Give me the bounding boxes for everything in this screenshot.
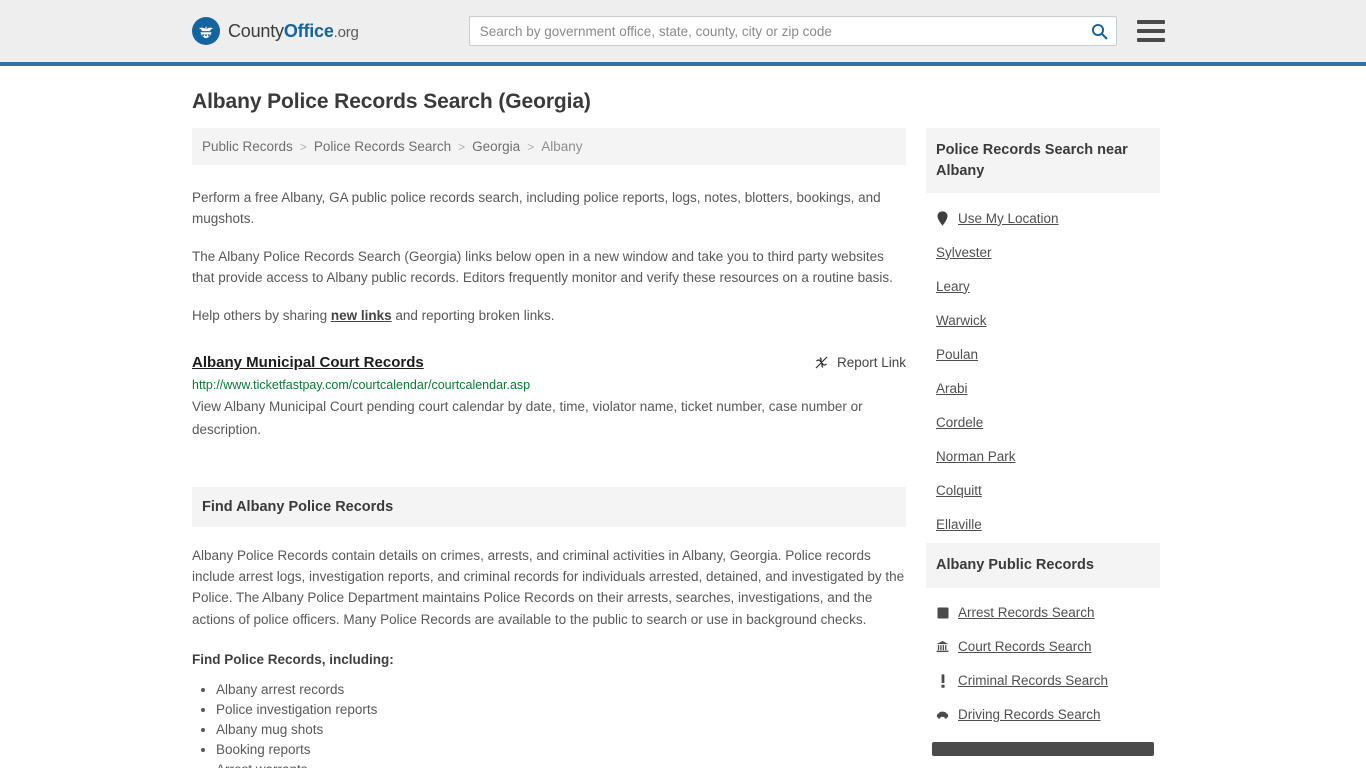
list-item: Booking reports [216, 740, 906, 760]
car-icon [936, 707, 949, 722]
site-header: CountyOffice.org [0, 0, 1366, 66]
eagle-shield-icon [192, 17, 220, 45]
report-link-button[interactable]: Report Link [814, 354, 906, 370]
search-container [468, 16, 1117, 46]
sidebar-item-sylvester[interactable]: Sylvester [936, 245, 992, 260]
report-link-label: Report Link [836, 355, 906, 371]
breadcrumb-separator: > [527, 139, 535, 154]
sidebar-item-arabi[interactable]: Arabi [936, 381, 968, 396]
header-inner: CountyOffice.org [0, 16, 1366, 46]
list-item[interactable]: Cordele [926, 405, 1160, 439]
hamburger-bar [1136, 29, 1165, 33]
intro-p3-after: and reporting broken links. [391, 308, 555, 324]
intro-paragraph-1: Perform a free Albany, GA public police … [192, 190, 881, 227]
record-result: Albany Municipal Court Records Report Li… [192, 354, 906, 441]
search-input[interactable] [468, 16, 1117, 46]
intro-text: Perform a free Albany, GA public police … [192, 187, 906, 326]
list-item: Arrest warrants [216, 760, 906, 768]
list-item: Albany arrest records [216, 680, 906, 700]
sidebar-item-driving-records-search[interactable]: Driving Records Search [958, 707, 1101, 722]
sidebar-public-records-list: Arrest Records Search Court Records Sear… [926, 588, 1160, 732]
sidebar-item-cordele[interactable]: Cordele [936, 415, 983, 430]
intro-paragraph-3: Help others by sharing new links and rep… [192, 305, 906, 326]
search-icon [1091, 23, 1108, 40]
sidebar: Police Records Search near Albany Use My… [926, 128, 1160, 758]
sidebar-item-norman-park[interactable]: Norman Park [936, 449, 1016, 464]
breadcrumb-item-albany: Albany [541, 139, 583, 154]
list-item[interactable]: Colquitt [926, 473, 1160, 507]
breadcrumb: Public Records > Police Records Search >… [192, 128, 906, 165]
breadcrumb-item-public-records[interactable]: Public Records [202, 139, 293, 154]
search-button[interactable] [1087, 19, 1113, 43]
record-title-link[interactable]: Albany Municipal Court Records [192, 354, 424, 371]
list-item[interactable]: Sylvester [926, 235, 1160, 269]
section-paragraph: Albany Police Records contain details on… [192, 547, 905, 627]
sidebar-item-warwick[interactable]: Warwick [936, 313, 987, 328]
section-subheading: Find Police Records, including: [192, 651, 394, 667]
list-item[interactable]: Norman Park [926, 439, 1160, 473]
sidebar-card-nearby: Police Records Search near Albany Use My… [926, 128, 1160, 541]
hamburger-bar [1136, 38, 1165, 42]
broken-link-icon [814, 355, 829, 370]
record-description: View Albany Municipal Court pending cour… [192, 399, 863, 438]
intro-paragraph-2: The Albany Police Records Search (Georgi… [192, 249, 893, 286]
sidebar-item-colquitt[interactable]: Colquitt [936, 483, 982, 498]
breadcrumb-item-georgia[interactable]: Georgia [472, 139, 520, 154]
square-fingerprint-icon [936, 605, 949, 620]
hamburger-bar [1136, 20, 1165, 24]
new-links-link[interactable]: new links [331, 308, 392, 323]
sidebar-item-poulan[interactable]: Poulan [936, 347, 978, 362]
list-item[interactable]: Warwick [926, 303, 1160, 337]
sidebar-heading-nearby: Police Records Search near Albany [926, 128, 1160, 194]
hamburger-menu-icon[interactable] [1136, 20, 1165, 42]
map-pin-icon [936, 211, 949, 226]
breadcrumb-separator: > [299, 139, 307, 154]
sidebar-nearby-list: Use My Location Sylvester Leary Warwick … [926, 193, 1160, 541]
courthouse-icon [936, 639, 949, 654]
brand-part-county: County [228, 20, 284, 41]
list-item[interactable]: Arrest Records Search [926, 596, 1160, 630]
sidebar-card-public-records: Albany Public Records Arrest Records Sea… [926, 543, 1160, 756]
breadcrumb-item-police-records-search[interactable]: Police Records Search [314, 139, 451, 154]
page-title: Albany Police Records Search (Georgia) [192, 90, 591, 113]
list-item[interactable]: Leary [926, 269, 1160, 303]
sidebar-item-ellaville[interactable]: Ellaville [936, 517, 982, 532]
list-item[interactable]: Use My Location [926, 201, 1160, 235]
section-body-find-records: Albany Police Records contain details on… [192, 545, 906, 768]
breadcrumb-separator: > [458, 139, 466, 154]
intro-p3-before: Help others by sharing [192, 308, 331, 324]
record-types-list: Albany arrest records Police investigati… [192, 680, 906, 768]
exclamation-icon [936, 673, 949, 688]
brand-wordmark: CountyOffice.org [228, 21, 359, 42]
section-heading-find-records: Find Albany Police Records [192, 486, 906, 527]
content-columns: Public Records > Police Records Search >… [192, 128, 1176, 768]
sidebar-item-court-records-search[interactable]: Court Records Search [958, 639, 1092, 654]
list-item[interactable]: Court Records Search [926, 630, 1160, 664]
list-item: Police investigation reports [216, 700, 906, 720]
sidebar-heading-public-records: Albany Public Records [926, 543, 1160, 588]
list-item[interactable]: Ellaville [926, 507, 1160, 541]
sidebar-item-arrest-records-search[interactable]: Arrest Records Search [958, 605, 1095, 620]
list-item: Albany mug shots [216, 720, 906, 740]
list-item[interactable]: Poulan [926, 337, 1160, 371]
sidebar-item-criminal-records-search[interactable]: Criminal Records Search [958, 673, 1108, 688]
sidebar-item-leary[interactable]: Leary [936, 279, 970, 294]
sidebar-item-use-my-location[interactable]: Use My Location [958, 211, 1059, 226]
site-logo-link[interactable]: CountyOffice.org [192, 17, 359, 45]
list-item[interactable]: Driving Records Search [926, 698, 1160, 732]
list-item[interactable]: Criminal Records Search [926, 664, 1160, 698]
record-url-link[interactable]: http://www.ticketfastpay.com/courtcalend… [192, 378, 906, 392]
page-container: Albany Police Records Search (Georgia) P… [0, 90, 1366, 768]
list-item[interactable]: Arabi [926, 371, 1160, 405]
record-header-row: Albany Municipal Court Records Report Li… [192, 354, 906, 371]
brand-part-office: Office [283, 20, 334, 41]
sidebar-footer-bar [932, 741, 1154, 756]
brand-part-org: .org [333, 23, 359, 41]
main-column: Public Records > Police Records Search >… [192, 128, 906, 768]
